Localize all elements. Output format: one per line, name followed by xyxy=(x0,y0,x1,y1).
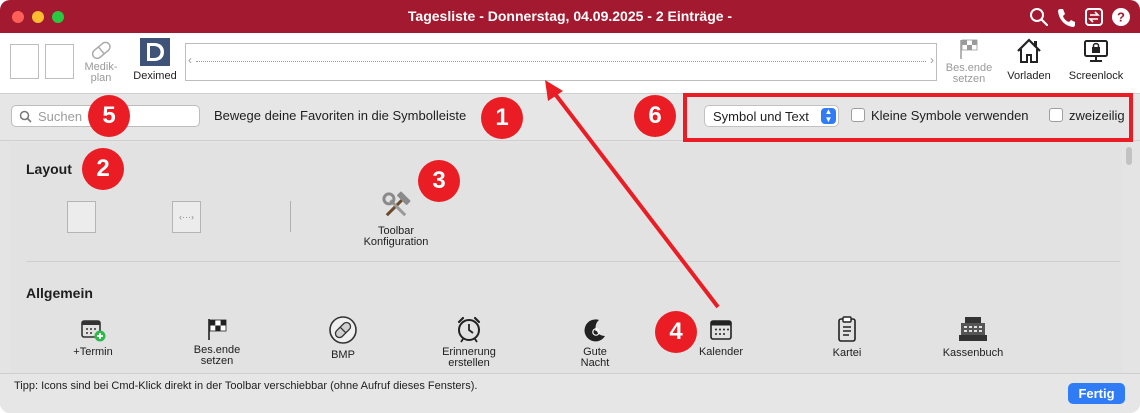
annotation-badge-4: 4 xyxy=(655,311,697,353)
annotation-badge-1: 1 xyxy=(481,97,523,139)
annotation-badge-6: 6 xyxy=(634,95,676,137)
annotation-badge-5: 5 xyxy=(88,95,130,137)
annotation-badge-2: 2 xyxy=(82,148,124,190)
window: Tagesliste - Donnerstag, 04.09.2025 - 2 … xyxy=(0,0,1140,413)
annotation-arrow xyxy=(545,80,720,309)
annotation-badge-3: 3 xyxy=(418,160,460,202)
